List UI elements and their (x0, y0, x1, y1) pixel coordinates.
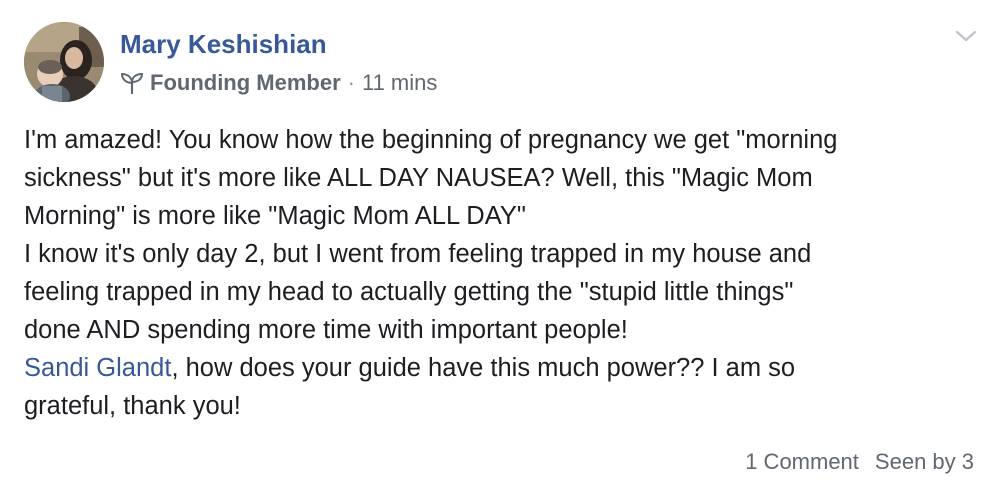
sprout-icon (120, 71, 144, 95)
comments-count-link[interactable]: 1 Comment (745, 449, 859, 475)
post-timestamp[interactable]: 11 mins (362, 70, 437, 96)
author-name[interactable]: Mary Keshishian (120, 28, 327, 60)
post-text-fragment: , how does your guide have this much pow… (171, 354, 796, 382)
post-text-line: sickness" but it's more like ALL DAY NAU… (24, 164, 813, 192)
post-text-line: I'm amazed! You know how the beginning o… (24, 126, 838, 154)
group-post: Mary Keshishian Founding Member · 11 min… (0, 0, 1002, 496)
chevron-down-icon[interactable] (953, 26, 979, 46)
post-text-line: Morning" is more like "Magic Mom ALL DAY… (24, 202, 526, 230)
post-text-line: grateful, thank you! (24, 392, 241, 420)
avatar[interactable] (24, 22, 104, 102)
member-badge[interactable]: Founding Member (150, 70, 341, 96)
seen-by-link[interactable]: Seen by 3 (875, 449, 974, 475)
post-body: I'm amazed! You know how the beginning o… (24, 121, 984, 425)
post-text-line: I know it's only day 2, but I went from … (24, 240, 812, 268)
post-footer: 1 Comment Seen by 3 (745, 447, 974, 477)
mention-link[interactable]: Sandi Glandt (24, 354, 171, 382)
post-meta: Founding Member · 11 mins (120, 68, 437, 98)
meta-separator: · (347, 70, 355, 95)
post-text-line: done AND spending more time with importa… (24, 316, 628, 344)
post-text-line-with-mention: Sandi Glandt, how does your guide have t… (24, 349, 984, 387)
post-text-line: feeling trapped in my head to actually g… (24, 278, 794, 306)
